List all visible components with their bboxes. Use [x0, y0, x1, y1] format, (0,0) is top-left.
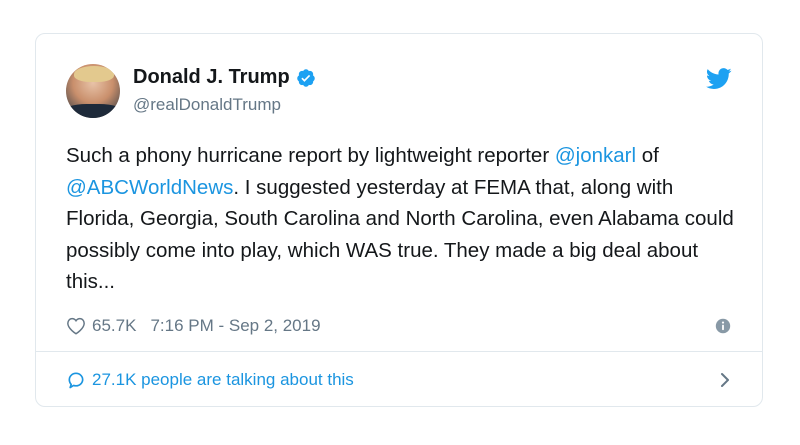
talking-about-link[interactable]: 27.1K people are talking about this	[66, 370, 354, 390]
tweet-text-part: Such a phony hurricane report by lightwe…	[66, 144, 555, 167]
author-display-name[interactable]: Donald J. Trump	[133, 66, 290, 89]
avatar-hair	[74, 66, 114, 82]
mention-link[interactable]: @jonkarl	[555, 144, 636, 167]
tweet-text: Such a phony hurricane report by lightwe…	[66, 140, 746, 298]
avatar-suit	[66, 104, 120, 118]
info-icon[interactable]	[714, 317, 732, 335]
author-name-row: Donald J. Trump	[133, 66, 316, 89]
tweet-meta: 65.7K 7:16 PM - Sep 2, 2019	[66, 316, 321, 336]
divider	[36, 351, 762, 352]
heart-icon[interactable]	[66, 317, 86, 335]
timestamp[interactable]: 7:16 PM - Sep 2, 2019	[150, 316, 320, 336]
author-handle[interactable]: @realDonaldTrump	[133, 95, 281, 115]
tweet-text-part: of	[636, 144, 659, 167]
mention-link[interactable]: @ABCWorldNews	[66, 176, 233, 199]
verified-badge-icon	[296, 68, 315, 87]
speech-bubble-icon	[68, 372, 84, 389]
like-count[interactable]: 65.7K	[92, 316, 136, 336]
avatar[interactable]	[66, 64, 120, 118]
talking-count: 27.1K people are talking about this	[92, 370, 354, 389]
tweet-card: Donald J. Trump @realDonaldTrump Such a …	[35, 33, 763, 407]
chevron-right-icon[interactable]	[718, 370, 732, 390]
twitter-bird-icon[interactable]	[706, 68, 732, 90]
